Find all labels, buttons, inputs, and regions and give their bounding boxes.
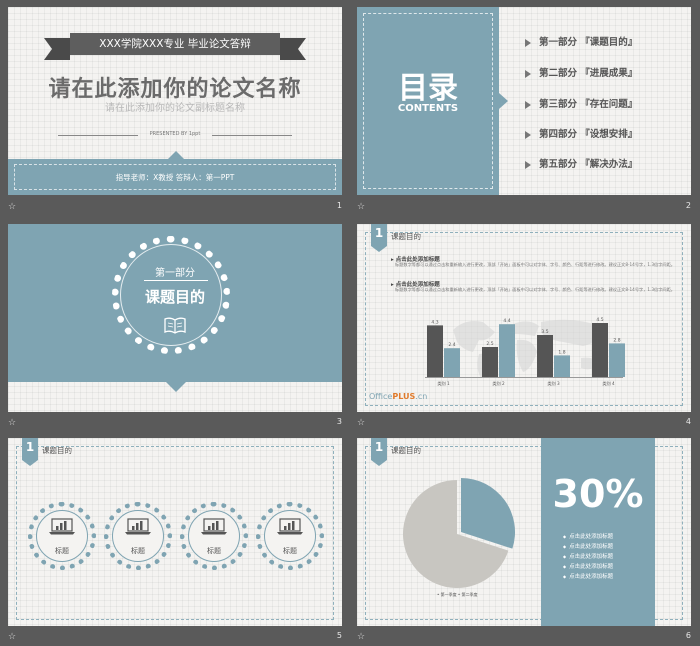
banner-notch [166,382,186,392]
category-label: 类别 4 [602,380,615,387]
bar-value-label: 2.5 [486,341,493,347]
laptop-chart-icon [277,518,303,535]
bar-value-label: 2.8 [613,337,620,343]
percent-value: 30% [552,472,644,516]
category-label: 类别 3 [547,380,560,387]
officeplus-logo: OfficePLUS.cn [369,392,428,401]
slide-thumbnail-2[interactable]: 目录 CONTENTS 第一部分 『课题目的』 第二部分 『进展成果』 第三部分… [357,7,691,195]
toc-title: 目录 [398,71,458,106]
bar-value-label: 4.5 [596,317,603,323]
category-label: 类别 1 [437,380,450,387]
star-icon[interactable]: ☆ [8,202,16,212]
bar-value-label: 3.5 [541,329,548,335]
section-part: 第一部分 [155,268,195,279]
slide-meta-4: ☆ 4 [357,416,691,430]
slide-meta-2: ☆ 2 [357,200,691,214]
bar [444,348,460,377]
laptop-chart-icon [201,518,227,535]
triangle-icon [525,130,531,139]
laptop-chart-icon [49,518,75,535]
title-ribbon: XXX学院XXX专业 毕业论文答辩 [44,33,306,60]
bar-value-label: 2.4 [448,342,455,348]
bar-value-label: 4.4 [503,318,510,324]
item-label: 标题 [55,547,69,555]
toc-item: 第三部分 『存在问题』 [525,96,637,110]
list-item: 点击此处添加标题 [563,572,613,580]
item-label: 标题 [131,547,145,555]
pie-legend: • 第一季度 • 第二季度 [437,592,478,597]
triangle-icon [525,100,531,109]
list-item: 点击此处添加标题 [563,532,613,540]
bar-value-label: 1.8 [558,349,565,355]
category-label: 类别 2 [492,380,505,387]
slide-number: 2 [685,201,691,210]
part-underline [144,280,208,281]
section-title: 课题目的 [144,288,205,306]
presented-by: PRESENTED BY 1ppt [149,131,201,137]
section-tab: 1 [22,438,38,466]
toc-item: 第五部分 『解决办法』 [525,156,637,170]
slide-thumbnail-4[interactable]: 1 课题目的 ▸ 点击此处添加标题 标题数字等都可以通过点击和重新输入进行更改，… [357,224,691,412]
slide-meta-1: ☆ 1 [8,200,342,214]
toc-item: 第二部分 『进展成果』 [525,65,637,79]
slide-thumbnail-3[interactable]: 第一部分 课题目的 [8,224,342,412]
bar [554,355,570,377]
list-item: 点击此处添加标题 [563,562,613,570]
item-label: 标题 [207,547,221,555]
book-icon [164,317,186,334]
star-icon[interactable]: ☆ [357,418,365,428]
star-icon[interactable]: ☆ [8,418,16,428]
bar-chart: 4.3 2.4 类别 1 2.5 4.4 类别 2 3.5 1.8 类别 3 4.5 2.8 类别 4 [427,317,625,387]
toc-subtitle: CONTENTS [397,103,459,114]
bar [537,335,553,377]
toc-item: 第四部分 『设想安排』 [525,126,637,140]
slide-number: 6 [685,631,691,640]
star-icon[interactable]: ☆ [8,632,16,642]
list-item: 点击此处添加标题 [563,552,613,560]
bar [482,347,498,377]
section-tab: 1 [371,438,387,466]
laptop-chart-icon [125,518,151,535]
section-title: 课题目的 [391,446,421,455]
triangle-icon [525,38,531,47]
thesis-subtitle: 请在此添加你的论文副标题名称 [105,103,245,114]
slide-thumbnail-6[interactable]: 1 课题目的 • 第一季度 • 第二季度 30% 点击此处添加标题 点击此处添加… [357,438,691,626]
bar [609,343,625,377]
bar-notch [168,151,184,159]
slide-number: 1 [336,201,342,210]
pie-chart [403,478,515,588]
star-icon[interactable]: ☆ [357,632,365,642]
list-item: 点击此处添加标题 [563,542,613,550]
bar [592,323,608,377]
item-label: 标题 [283,547,297,555]
triangle-icon [525,160,531,169]
slide-number: 4 [685,417,691,426]
toc-item: 第一部分 『课题目的』 [525,34,637,48]
slide-thumbnail-5[interactable]: 1 课题目的 标题 标题 标题 标题 [8,438,342,626]
bar-value-label: 4.3 [431,319,438,325]
slide-thumbnail-1[interactable]: XXX学院XXX专业 毕业论文答辩 请在此添加你的论文名称 请在此添加你的论文副… [8,7,342,195]
star-icon[interactable]: ☆ [357,202,365,212]
slide-meta-5: ☆ 5 [8,630,342,644]
bar [427,325,443,377]
slide-number: 3 [336,417,342,426]
toc-arrow [499,93,508,109]
section-title: 课题目的 [42,446,72,455]
slide-number: 5 [336,631,342,640]
slide-meta-3: ☆ 3 [8,416,342,430]
triangle-icon [525,69,531,78]
bar [499,324,515,377]
slide-meta-6: ☆ 6 [357,630,691,644]
advisor-line: 指导老师：X教授 答辩人：第一PPT [14,164,336,190]
footer-bar: 指导老师：X教授 答辩人：第一PPT [8,159,342,195]
